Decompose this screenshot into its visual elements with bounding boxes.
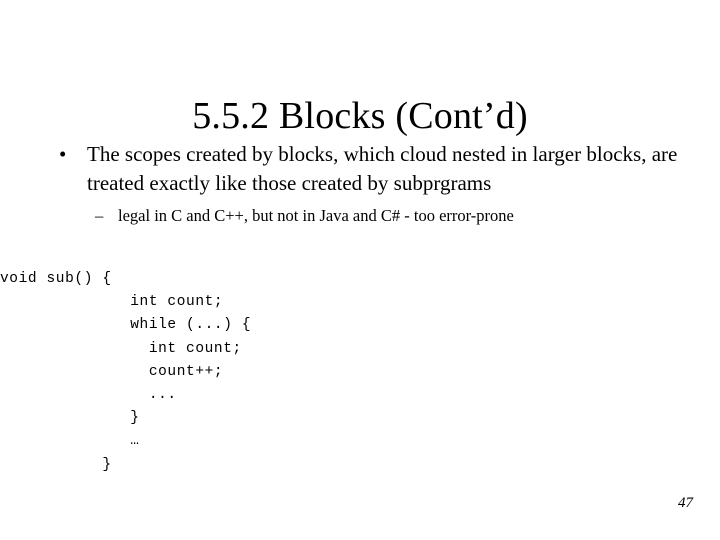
code-line: ... — [0, 386, 177, 403]
bullet-level2: – legal in C and C++, but not in Java an… — [0, 204, 720, 227]
code-line: int count; — [0, 340, 242, 357]
bullet-level2-text: legal in C and C++, but not in Java and … — [118, 206, 514, 225]
code-line: } — [0, 456, 112, 473]
page-number: 47 — [678, 495, 693, 511]
slide-body: • The scopes created by blocks, which cl… — [0, 140, 720, 227]
code-line: void sub() { — [0, 271, 112, 287]
code-line: count++; — [0, 363, 224, 380]
bullet-level1: • The scopes created by blocks, which cl… — [0, 140, 720, 197]
code-listing: void sub() { int count; while (...) { in… — [0, 268, 720, 477]
dash-marker-icon: – — [95, 206, 104, 225]
slide: 5.5.2 Blocks (Cont’d) • The scopes creat… — [0, 0, 720, 540]
code-line: } — [0, 410, 140, 427]
code-line: … — [0, 433, 140, 450]
code-line: int count; — [0, 294, 224, 311]
bullet-marker-icon: • — [59, 142, 67, 166]
bullet-level1-text: The scopes created by blocks, which clou… — [87, 142, 678, 195]
page-title: 5.5.2 Blocks (Cont’d) — [192, 95, 528, 138]
code-line: while (...) { — [0, 317, 252, 334]
